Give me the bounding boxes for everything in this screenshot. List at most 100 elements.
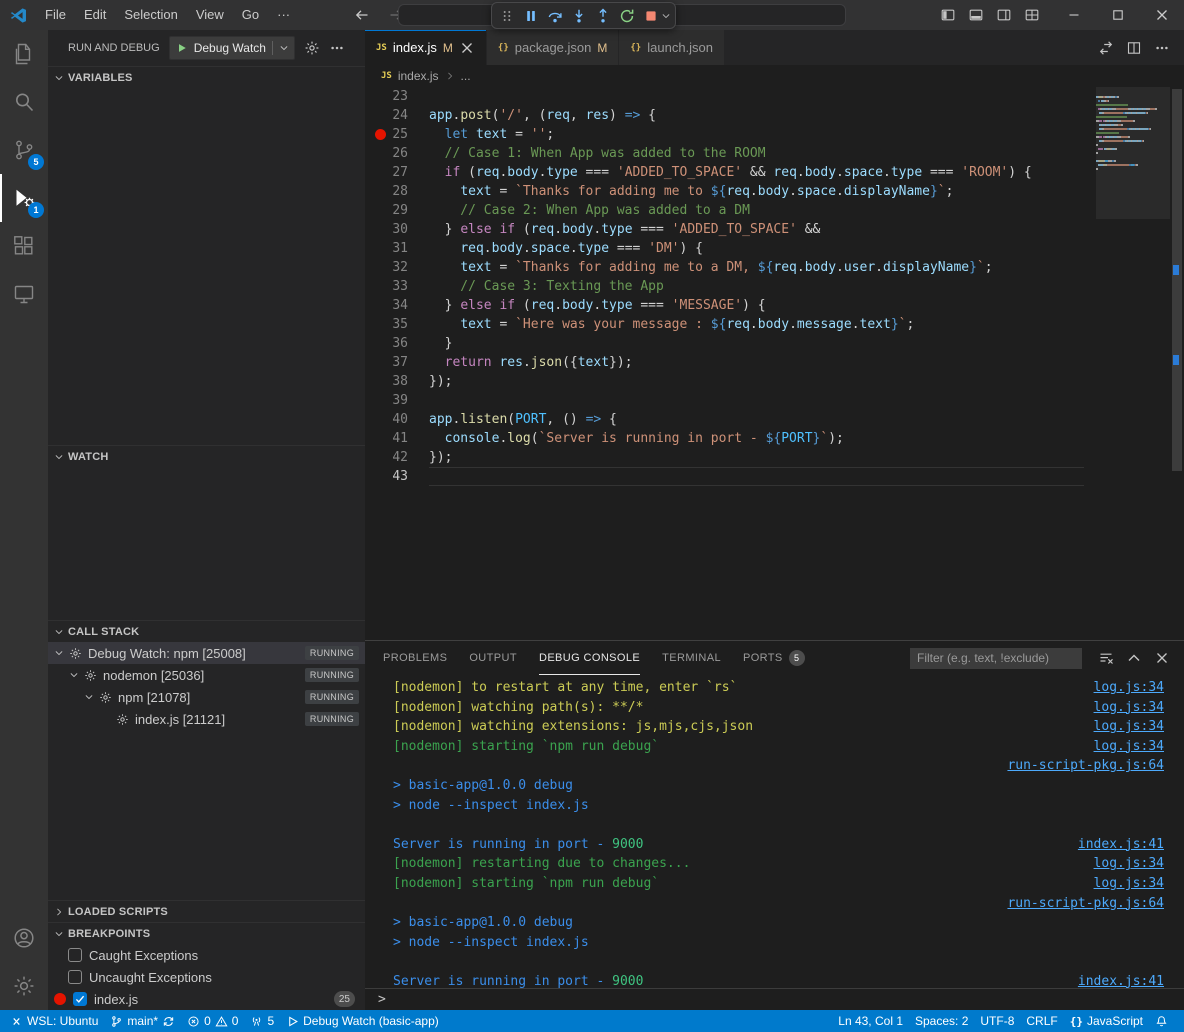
minimap[interactable]: [1096, 87, 1170, 640]
open-changes-button[interactable]: [1092, 34, 1120, 62]
source-link[interactable]: log.js:34: [1094, 717, 1164, 737]
line-number[interactable]: 28: [365, 182, 429, 201]
line-number[interactable]: 32: [365, 258, 429, 277]
breakpoint-glyph[interactable]: [375, 129, 386, 140]
line-number[interactable]: 24: [365, 106, 429, 125]
debug-restart-button[interactable]: [615, 4, 639, 28]
line-number[interactable]: 41: [365, 429, 429, 448]
start-debug-icon[interactable]: [176, 42, 188, 54]
watch-section-header[interactable]: WATCH: [48, 445, 365, 467]
debug-config-select[interactable]: Debug Watch: [169, 36, 295, 60]
variables-section-header[interactable]: VARIABLES: [48, 66, 365, 88]
panel-tab-problems[interactable]: PROBLEMS: [383, 641, 447, 675]
source-link[interactable]: log.js:34: [1094, 854, 1164, 874]
activitybar-explorer[interactable]: [0, 30, 48, 78]
panel-tab-terminal[interactable]: TERMINAL: [662, 641, 721, 675]
line-number[interactable]: 27: [365, 163, 429, 182]
status-eol[interactable]: CRLF: [1020, 1010, 1063, 1032]
status-language-mode[interactable]: {}JavaScript: [1064, 1010, 1149, 1032]
breadcrumb-file[interactable]: index.js: [398, 69, 439, 83]
debug-console-input[interactable]: >: [365, 988, 1184, 1010]
breakpoint-row[interactable]: Uncaught Exceptions: [48, 966, 365, 988]
menu-edit[interactable]: Edit: [75, 0, 115, 30]
scrollbar-thumb[interactable]: [1172, 89, 1182, 471]
status-git-branch[interactable]: main*: [104, 1010, 181, 1032]
status-remote-indicator[interactable]: WSL: Ubuntu: [4, 1010, 104, 1032]
line-number[interactable]: 29: [365, 201, 429, 220]
checkbox[interactable]: [73, 992, 87, 1006]
line-number[interactable]: 42: [365, 448, 429, 467]
split-editor-button[interactable]: [1120, 34, 1148, 62]
activitybar-extensions[interactable]: [0, 222, 48, 270]
tab-package.json[interactable]: {}package.jsonM: [487, 30, 619, 65]
maximize-panel-button[interactable]: [1120, 644, 1148, 672]
code-editor[interactable]: 2324app.post('/', (req, res) => {25 let …: [365, 87, 1184, 640]
line-number[interactable]: 43: [365, 467, 429, 486]
source-link[interactable]: index.js:41: [1078, 835, 1164, 855]
callstack-row[interactable]: index.js [21121]RUNNING: [48, 708, 365, 730]
source-link[interactable]: log.js:34: [1094, 874, 1164, 894]
debug-stop-dropdown-button[interactable]: [659, 4, 672, 28]
source-link[interactable]: log.js:34: [1094, 737, 1164, 757]
checkbox[interactable]: [68, 948, 82, 962]
status-forwarded-ports[interactable]: 5: [244, 1010, 280, 1032]
breakpoint-row[interactable]: Caught Exceptions: [48, 944, 365, 966]
close-button[interactable]: [1140, 0, 1184, 30]
line-number[interactable]: 25: [365, 125, 429, 144]
line-number[interactable]: 30: [365, 220, 429, 239]
line-number[interactable]: 36: [365, 334, 429, 353]
loaded-scripts-section-header[interactable]: LOADED SCRIPTS: [48, 900, 365, 922]
callstack-row[interactable]: npm [21078]RUNNING: [48, 686, 365, 708]
source-link[interactable]: log.js:34: [1094, 678, 1164, 698]
breakpoint-row[interactable]: index.js25: [48, 988, 365, 1010]
menu-view[interactable]: View: [187, 0, 233, 30]
toggle-secondary-sidebar-button[interactable]: [990, 1, 1018, 29]
activitybar-settings[interactable]: [0, 962, 48, 1010]
line-number[interactable]: 38: [365, 372, 429, 391]
status-indentation[interactable]: Spaces: 2: [909, 1010, 974, 1032]
breadcrumb-symbol[interactable]: ...: [461, 69, 471, 83]
customize-layout-button[interactable]: [1018, 1, 1046, 29]
checkbox[interactable]: [68, 970, 82, 984]
close-panel-button[interactable]: [1148, 644, 1176, 672]
status-notifications[interactable]: [1149, 1010, 1174, 1032]
source-link[interactable]: run-script-pkg.js:64: [1007, 894, 1164, 914]
more-actions-button[interactable]: [1148, 34, 1176, 62]
callstack-row[interactable]: Debug Watch: npm [25008]RUNNING: [48, 642, 365, 664]
menu-file[interactable]: File: [36, 0, 75, 30]
menu-more[interactable]: ···: [268, 0, 299, 30]
back-icon[interactable]: [354, 7, 370, 23]
line-number[interactable]: 31: [365, 239, 429, 258]
source-link[interactable]: run-script-pkg.js:64: [1007, 756, 1164, 776]
toggle-panel-button[interactable]: [962, 1, 990, 29]
line-number[interactable]: 40: [365, 410, 429, 429]
line-number[interactable]: 35: [365, 315, 429, 334]
activitybar-run-and-debug[interactable]: 1: [0, 174, 48, 222]
menu-go[interactable]: Go: [233, 0, 268, 30]
callstack-row[interactable]: nodemon [25036]RUNNING: [48, 664, 365, 686]
source-link[interactable]: index.js:41: [1078, 972, 1164, 988]
activitybar-search[interactable]: [0, 78, 48, 126]
status-debug-session[interactable]: Debug Watch (basic-app): [280, 1010, 445, 1032]
breakpoints-section-header[interactable]: BREAKPOINTS: [48, 922, 365, 944]
minimap-slider[interactable]: [1096, 87, 1170, 219]
clear-console-button[interactable]: [1092, 644, 1120, 672]
console-filter-input[interactable]: [910, 648, 1082, 669]
activitybar-source-control[interactable]: 5: [0, 126, 48, 174]
line-number[interactable]: 23: [365, 87, 429, 106]
line-number[interactable]: 39: [365, 391, 429, 410]
maximize-button[interactable]: [1096, 0, 1140, 30]
minimize-button[interactable]: [1052, 0, 1096, 30]
activitybar-remote-explorer[interactable]: [0, 270, 48, 318]
callstack-section-header[interactable]: CALL STACK: [48, 620, 365, 642]
panel-tab-debug-console[interactable]: DEBUG CONSOLE: [539, 641, 640, 675]
chevron-down-icon[interactable]: [279, 43, 289, 53]
tab-launch.json[interactable]: {}launch.json: [619, 30, 725, 65]
panel-tab-ports[interactable]: PORTS5: [743, 641, 805, 675]
status-problems[interactable]: 00: [181, 1010, 244, 1032]
debug-step-out-button[interactable]: [591, 4, 615, 28]
close-icon[interactable]: [459, 40, 475, 56]
debug-console-output[interactable]: [nodemon] to restart at any time, enter …: [365, 675, 1184, 988]
panel-tab-output[interactable]: OUTPUT: [469, 641, 517, 675]
gear-icon[interactable]: [304, 40, 320, 56]
